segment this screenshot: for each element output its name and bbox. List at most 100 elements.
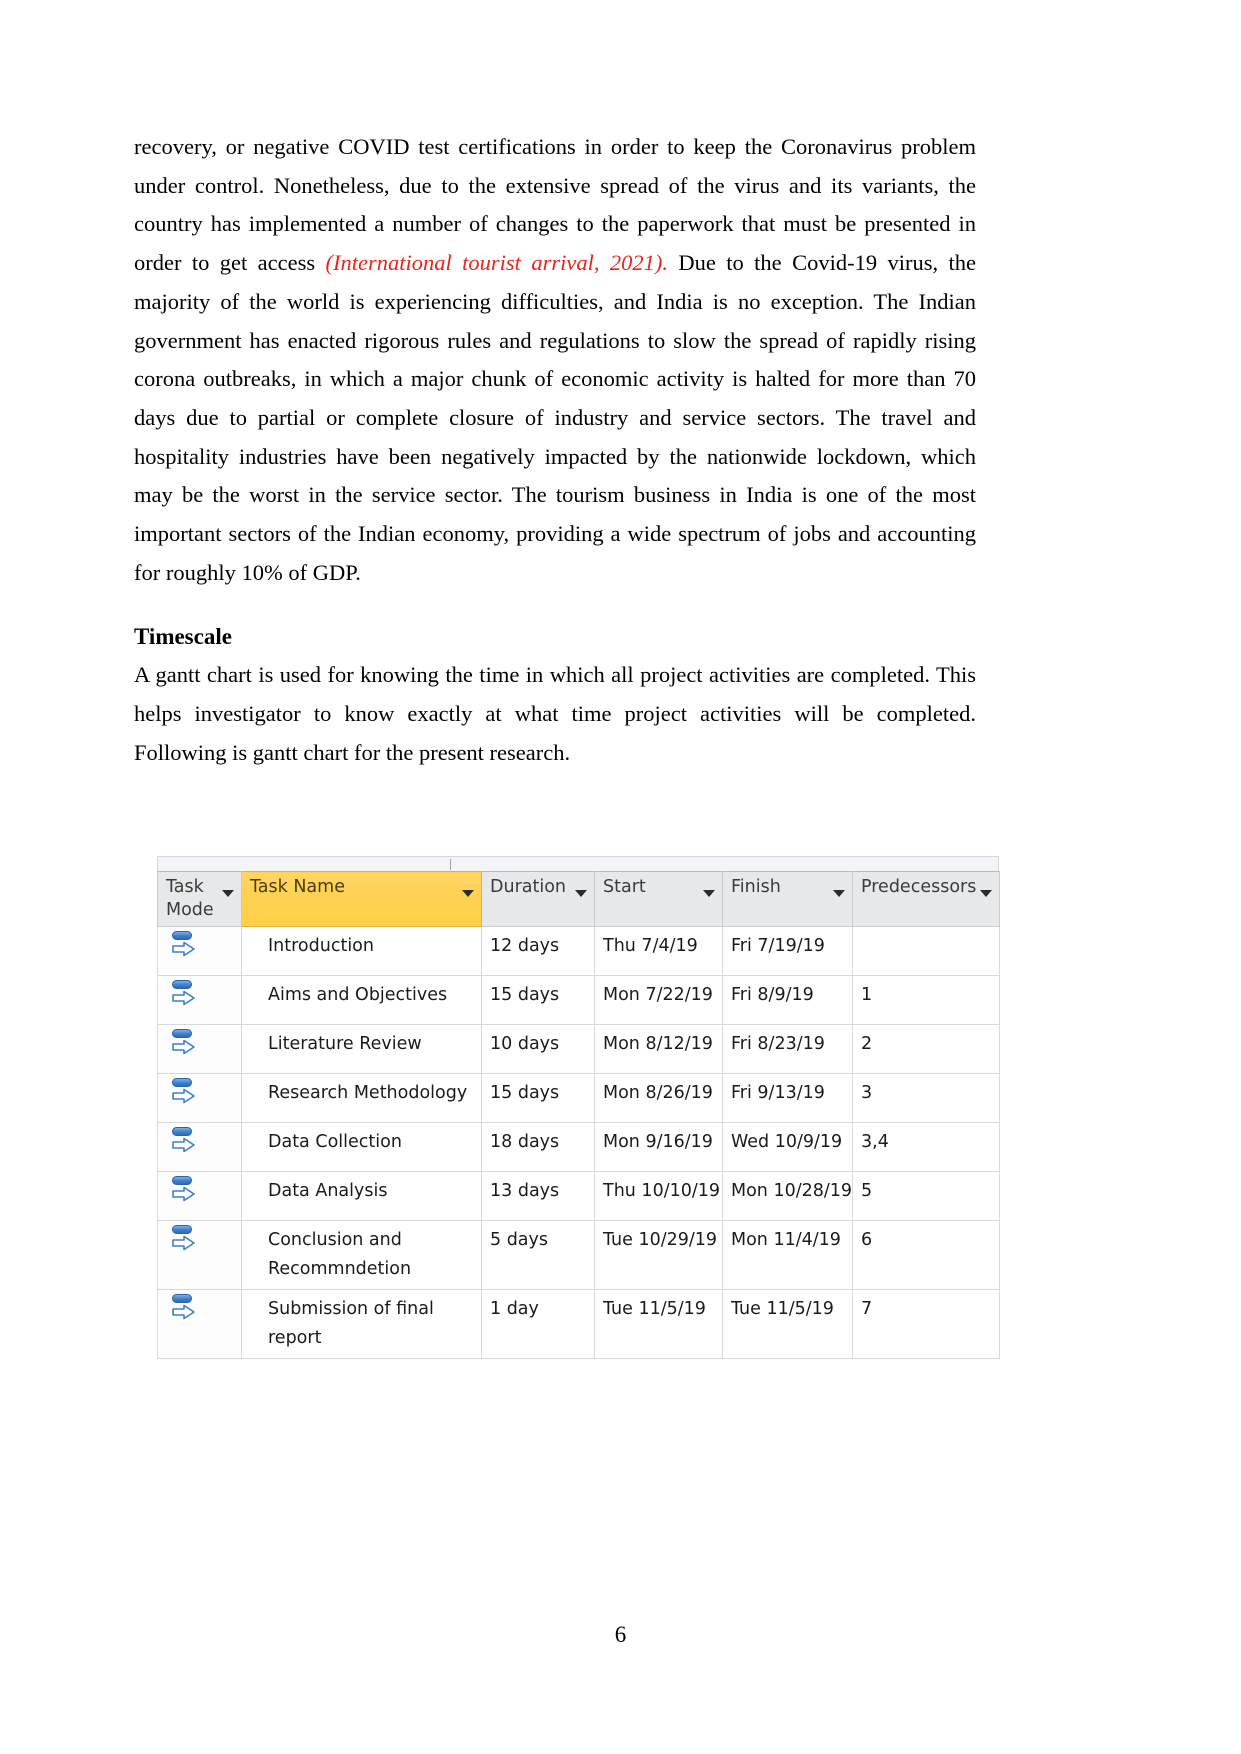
cell-predecessors[interactable]: 2 xyxy=(852,1024,1000,1074)
cell-finish[interactable]: Fri 8/9/19 xyxy=(722,975,853,1025)
cell-task-name[interactable]: Aims and Objectives xyxy=(241,975,482,1025)
cell-task-mode[interactable] xyxy=(157,1122,242,1172)
vertical-spacer xyxy=(134,592,976,622)
icon-arrow xyxy=(172,941,195,957)
timeline-tick xyxy=(450,859,451,870)
cell-predecessors[interactable]: 1 xyxy=(852,975,1000,1025)
filter-dropdown-icon[interactable] xyxy=(575,890,587,897)
cell-duration[interactable]: 10 days xyxy=(481,1024,595,1074)
cell-task-mode[interactable] xyxy=(157,1220,242,1290)
icon-arrow xyxy=(172,1235,195,1251)
cell-duration[interactable]: 13 days xyxy=(481,1171,595,1221)
column-header-finish[interactable]: Finish xyxy=(722,871,853,927)
column-header-task-name[interactable]: Task Name xyxy=(241,871,482,927)
column-header-label: Start xyxy=(603,877,646,897)
table-header-row: Task Mode Task Name Duration Start Finis… xyxy=(157,871,1000,927)
column-header-label: Predecessors xyxy=(861,877,977,897)
cell-duration[interactable]: 5 days xyxy=(481,1220,595,1290)
cell-start[interactable]: Tue 10/29/19 xyxy=(594,1220,723,1290)
manually-scheduled-icon xyxy=(170,1224,198,1254)
icon-arrow xyxy=(172,1088,195,1104)
manually-scheduled-icon xyxy=(170,1293,198,1323)
cell-predecessors[interactable]: 3,4 xyxy=(852,1122,1000,1172)
gantt-chart-image: Task Mode Task Name Duration Start Finis… xyxy=(157,856,1000,1359)
cell-predecessors[interactable] xyxy=(852,926,1000,976)
cell-duration[interactable]: 1 day xyxy=(481,1289,595,1359)
gantt-table-body: Introduction 12 days Thu 7/4/19 Fri 7/19/19… xyxy=(157,926,1000,1359)
heading-timescale: Timescale xyxy=(134,624,232,650)
cell-task-name[interactable]: Research Methodology xyxy=(241,1073,482,1123)
gantt-task-table: Task Mode Task Name Duration Start Finis… xyxy=(157,871,1000,1359)
table-row[interactable]: Literature Review 10 days Mon 8/12/19 Fri 8… xyxy=(157,1024,1000,1074)
cell-start[interactable]: Mon 9/16/19 xyxy=(594,1122,723,1172)
cell-finish[interactable]: Mon 11/4/19 xyxy=(722,1220,853,1290)
cell-task-mode[interactable] xyxy=(157,1289,242,1359)
citation-international-tourist-arrival: (International tourist arrival, 2021). xyxy=(325,250,668,276)
filter-dropdown-icon[interactable] xyxy=(222,890,234,897)
cell-start[interactable]: Mon 8/26/19 xyxy=(594,1073,723,1123)
table-row[interactable]: Introduction 12 days Thu 7/4/19 Fri 7/19/19 xyxy=(157,926,1000,976)
cell-predecessors[interactable]: 6 xyxy=(852,1220,1000,1290)
icon-bar xyxy=(172,1176,192,1185)
cell-start[interactable]: Mon 7/22/19 xyxy=(594,975,723,1025)
cell-finish[interactable]: Fri 8/23/19 xyxy=(722,1024,853,1074)
cell-duration[interactable]: 12 days xyxy=(481,926,595,976)
table-row[interactable]: Aims and Objectives 15 days Mon 7/22/19 Fri… xyxy=(157,975,1000,1025)
cell-task-mode[interactable] xyxy=(157,1073,242,1123)
cell-duration[interactable]: 18 days xyxy=(481,1122,595,1172)
icon-bar xyxy=(172,1029,192,1038)
filter-dropdown-icon[interactable] xyxy=(703,890,715,897)
paragraph-covid: recovery, or negative COVID test certifi… xyxy=(134,128,976,592)
cell-task-name[interactable]: Submission of final report xyxy=(241,1289,482,1359)
cell-task-name[interactable]: Data Analysis xyxy=(241,1171,482,1221)
cell-finish[interactable]: Wed 10/9/19 xyxy=(722,1122,853,1172)
table-row[interactable]: Data Analysis 13 days Thu 10/10/19 Mon 10/2… xyxy=(157,1171,1000,1221)
cell-task-name[interactable]: Conclusion and Recommndetion xyxy=(241,1220,482,1290)
table-row[interactable]: Data Collection 18 days Mon 9/16/19 Wed 10/… xyxy=(157,1122,1000,1172)
document-page: recovery, or negative COVID test certifi… xyxy=(0,0,1241,1754)
icon-bar xyxy=(172,980,192,989)
manually-scheduled-icon xyxy=(170,930,198,960)
cell-task-mode[interactable] xyxy=(157,926,242,976)
cell-finish[interactable]: Mon 10/28/19 xyxy=(722,1171,853,1221)
filter-dropdown-icon[interactable] xyxy=(980,890,992,897)
cell-predecessors[interactable]: 5 xyxy=(852,1171,1000,1221)
cell-task-name[interactable]: Introduction xyxy=(241,926,482,976)
cell-task-mode[interactable] xyxy=(157,1024,242,1074)
cell-task-mode[interactable] xyxy=(157,1171,242,1221)
icon-bar xyxy=(172,1078,192,1087)
cell-finish[interactable]: Tue 11/5/19 xyxy=(722,1289,853,1359)
table-row[interactable]: Conclusion and Recommndetion 5 days Tue 10… xyxy=(157,1220,1000,1290)
cell-finish[interactable]: Fri 9/13/19 xyxy=(722,1073,853,1123)
icon-bar xyxy=(172,1294,192,1303)
filter-dropdown-icon[interactable] xyxy=(462,890,474,897)
column-header-label: Task Mode xyxy=(166,877,214,920)
cell-start[interactable]: Thu 7/4/19 xyxy=(594,926,723,976)
column-header-duration[interactable]: Duration xyxy=(481,871,595,927)
paragraph-timescale: A gantt chart is used for knowing the ti… xyxy=(134,662,976,765)
cell-start[interactable]: Tue 11/5/19 xyxy=(594,1289,723,1359)
icon-arrow xyxy=(172,1186,195,1202)
column-header-task-mode[interactable]: Task Mode xyxy=(157,871,242,927)
paragraph-run-3: Due to the Covid-19 virus, the majority … xyxy=(134,250,976,585)
cell-task-name[interactable]: Literature Review xyxy=(241,1024,482,1074)
document-body: recovery, or negative COVID test certifi… xyxy=(134,128,976,773)
cell-predecessors[interactable]: 3 xyxy=(852,1073,1000,1123)
page-number: 6 xyxy=(614,1622,627,1647)
cell-predecessors[interactable]: 7 xyxy=(852,1289,1000,1359)
icon-arrow xyxy=(172,1137,195,1153)
cell-start[interactable]: Thu 10/10/19 xyxy=(594,1171,723,1221)
column-header-start[interactable]: Start xyxy=(594,871,723,927)
cell-duration[interactable]: 15 days xyxy=(481,975,595,1025)
icon-arrow xyxy=(172,1039,195,1055)
cell-finish[interactable]: Fri 7/19/19 xyxy=(722,926,853,976)
filter-dropdown-icon[interactable] xyxy=(833,890,845,897)
table-row[interactable]: Research Methodology 15 days Mon 8/26/19 Fr… xyxy=(157,1073,1000,1123)
table-row[interactable]: Submission of final report 1 day Tue 11/5/… xyxy=(157,1289,1000,1359)
cell-task-mode[interactable] xyxy=(157,975,242,1025)
cell-duration[interactable]: 15 days xyxy=(481,1073,595,1123)
manually-scheduled-icon xyxy=(170,1126,198,1156)
column-header-predecessors[interactable]: Predecessors xyxy=(852,871,1000,927)
cell-task-name[interactable]: Data Collection xyxy=(241,1122,482,1172)
cell-start[interactable]: Mon 8/12/19 xyxy=(594,1024,723,1074)
